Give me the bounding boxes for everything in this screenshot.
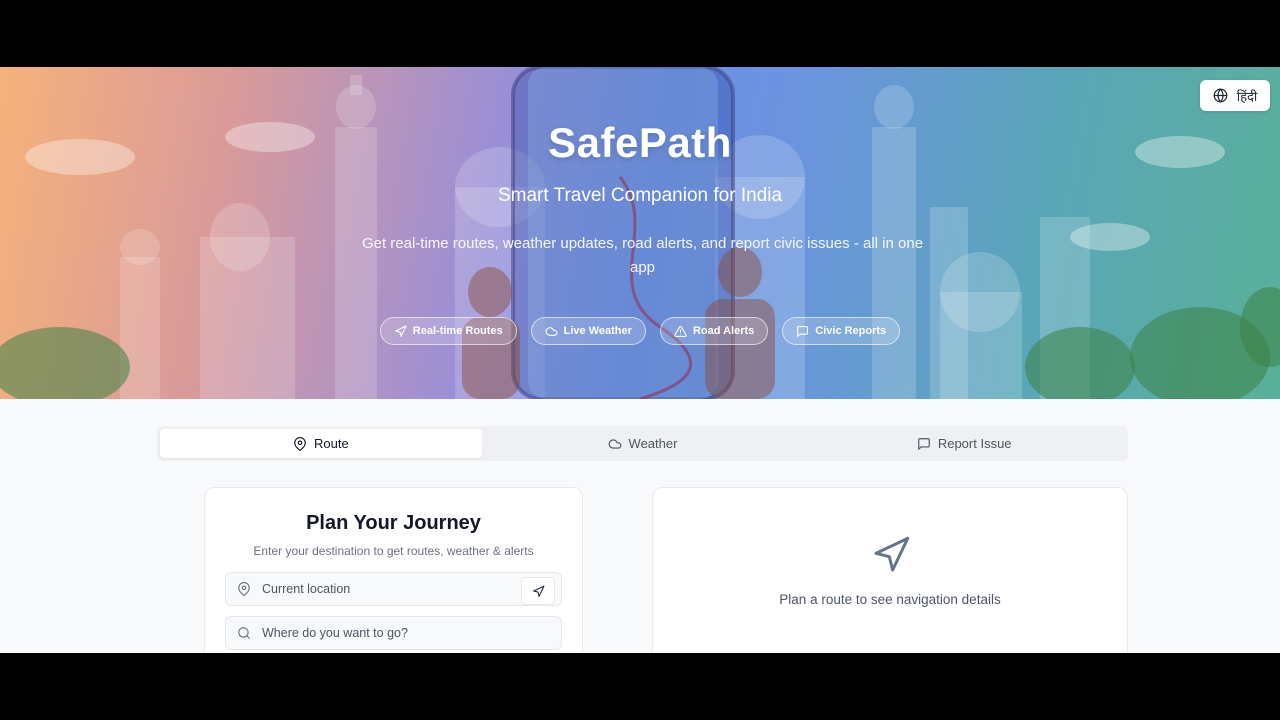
feature-chip-reports: Civic Reports (782, 317, 901, 345)
origin-placeholder: Current location (262, 582, 351, 596)
feature-chip-label: Road Alerts (692, 325, 755, 337)
feature-chip-weather: Live Weather (530, 317, 646, 345)
cloud-icon (608, 438, 621, 449)
navigation-icon (394, 325, 407, 337)
alert-triangle-icon (674, 325, 687, 337)
cloud-icon (545, 326, 558, 336)
tab-route[interactable]: Route (160, 429, 482, 458)
destination-placeholder: Where do you want to go? (262, 626, 408, 640)
use-current-location-button[interactable] (521, 577, 555, 605)
feature-chips: Real-time Routes Live Weather Road Alert… (0, 317, 1280, 345)
app-title: SafePath (548, 119, 732, 166)
feature-chip-label: Real-time Routes (412, 325, 503, 337)
navigation-empty-text: Plan a route to see navigation details (779, 592, 1001, 607)
feature-chip-routes: Real-time Routes (379, 317, 517, 345)
navigation-icon (874, 536, 910, 572)
search-icon (238, 627, 250, 639)
navigation-details-card: Plan a route to see navigation details (652, 487, 1128, 653)
app-subtitle: Smart Travel Companion for India (497, 185, 783, 206)
feature-chip-label: Live Weather (563, 325, 632, 337)
language-toggle-button[interactable]: हिंदी (1200, 80, 1270, 111)
tab-label: Route (313, 436, 349, 451)
feature-chip-alerts: Road Alerts (659, 317, 769, 345)
plan-journey-card: Plan Your Journey Enter your destination… (204, 487, 583, 653)
app-viewport: SafePath Smart Travel Companion for Indi… (0, 67, 1280, 653)
map-pin-icon (294, 436, 306, 451)
app-description: Get real-time routes, weather updates, r… (361, 235, 924, 276)
tab-label: Report Issue (937, 436, 1012, 451)
main-tabs: Route Weather Report Issue (157, 426, 1128, 461)
navigation-icon (532, 585, 544, 597)
feature-chip-label: Civic Reports (815, 325, 887, 337)
plan-journey-title: Plan Your Journey (306, 512, 481, 534)
map-pin-icon (238, 582, 250, 596)
message-square-icon (797, 325, 809, 337)
tab-report-issue[interactable]: Report Issue (803, 429, 1125, 458)
hero-content: SafePath Smart Travel Companion for Indi… (0, 67, 1280, 399)
plan-journey-subtitle: Enter your destination to get routes, we… (253, 544, 534, 558)
destination-input[interactable]: Where do you want to go? (225, 616, 562, 650)
message-square-icon (917, 437, 930, 450)
tab-label: Weather (628, 436, 678, 451)
origin-input[interactable]: Current location (225, 572, 562, 606)
tab-weather[interactable]: Weather (482, 429, 804, 458)
language-label: हिंदी (1236, 88, 1258, 104)
hero-banner: SafePath Smart Travel Companion for Indi… (0, 67, 1280, 399)
globe-icon (1213, 88, 1228, 103)
